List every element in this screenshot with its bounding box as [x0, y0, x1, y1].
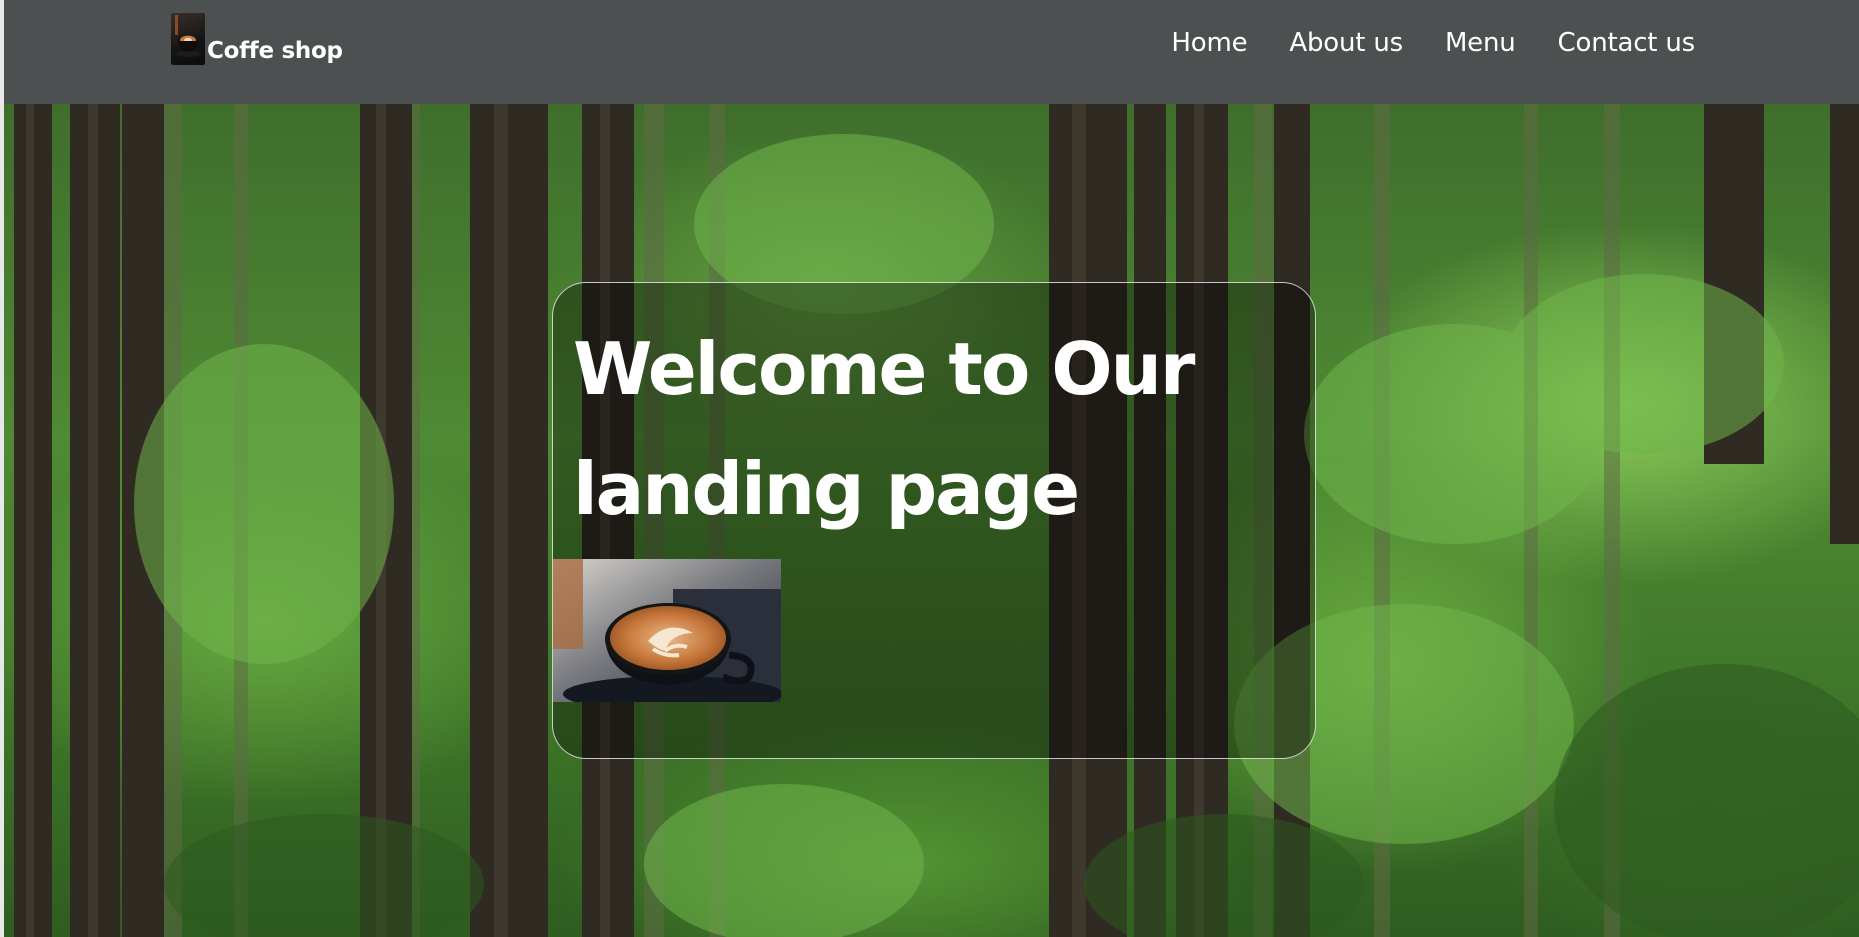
brand-link[interactable]: Coffe shop	[171, 13, 343, 65]
nav-link-contact-us[interactable]: Contact us	[1558, 24, 1696, 62]
nav-link-about-us[interactable]: About us	[1289, 24, 1403, 62]
hero-title-line-2: landing page	[573, 447, 1080, 531]
nav-link-menu[interactable]: Menu	[1445, 24, 1516, 62]
nav-link-home[interactable]: Home	[1171, 24, 1247, 62]
brand-name: Coffe shop	[207, 38, 343, 64]
hero-title-line-1: Welcome to Our	[573, 327, 1195, 411]
latte-art-coffee-image	[553, 559, 781, 702]
coffee-cup-logo-icon	[171, 13, 205, 65]
hero-section: Welcome to Our landing page	[4, 104, 1859, 937]
hero-title: Welcome to Our landing page	[573, 309, 1293, 549]
welcome-card: Welcome to Our landing page	[552, 282, 1316, 759]
main-nav: Home About us Menu Contact us	[1171, 24, 1695, 62]
top-navbar: Coffe shop Home About us Menu Contact us	[4, 0, 1859, 104]
page-left-edge	[0, 0, 4, 937]
